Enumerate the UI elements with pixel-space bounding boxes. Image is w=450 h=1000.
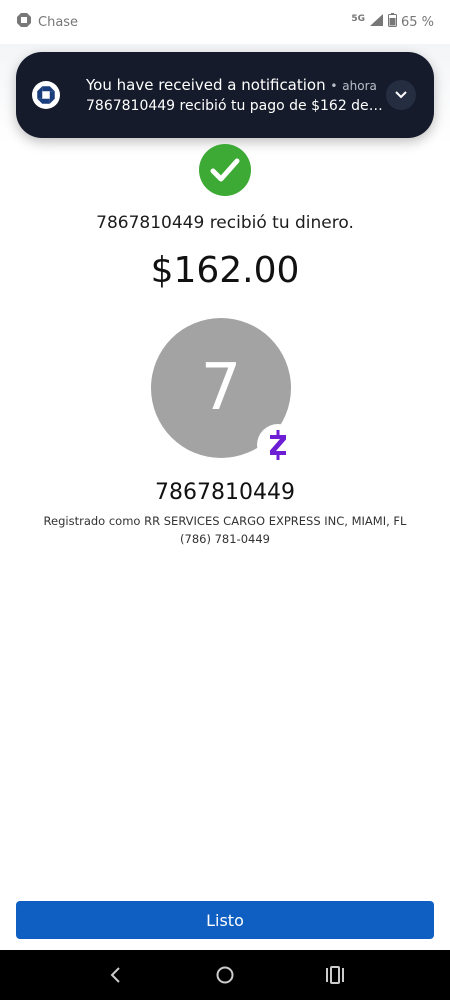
registered-as: Registrado como RR SERVICES CARGO EXPRES…: [43, 514, 407, 528]
done-button[interactable]: Listo: [16, 901, 434, 939]
notification-text: You have received a notification • ahora…: [86, 76, 386, 114]
chase-logo-icon: [16, 12, 32, 32]
check-circle-icon: [199, 144, 251, 196]
notification-time: ahora: [342, 79, 377, 93]
signal-icon: [369, 14, 384, 30]
notification-separator: •: [330, 79, 338, 93]
chevron-down-icon[interactable]: [386, 80, 416, 110]
recipient-name: 7867810449: [155, 480, 295, 505]
status-app-name: Chase: [38, 14, 79, 30]
received-message: 7867810449 recibió tu dinero.: [96, 213, 354, 233]
notification-title: You have received a notification: [86, 76, 326, 94]
status-bar: Chase 5G 65 %: [0, 0, 450, 44]
recipient-phone: (786) 781-0449: [180, 532, 270, 546]
recents-icon[interactable]: [315, 955, 355, 995]
notification-body: 7867810449 recibió tu pago de $162 de Ch…: [86, 98, 386, 114]
battery-icon: [387, 13, 397, 31]
notification-banner[interactable]: You have received a notification • ahora…: [16, 52, 434, 138]
battery-level: 65 %: [400, 14, 434, 30]
back-icon[interactable]: [95, 955, 135, 995]
home-icon[interactable]: [205, 955, 245, 995]
navigation-bar: [0, 950, 450, 1000]
status-right: 5G 65 %: [351, 13, 434, 31]
notification-header: You have received a notification • ahora: [86, 76, 386, 94]
avatar-initial: 7: [200, 351, 242, 425]
zelle-icon: [257, 424, 299, 466]
chase-notification-icon: [32, 81, 60, 109]
amount: $162.00: [150, 250, 300, 291]
status-left: Chase: [16, 12, 78, 32]
network-type: 5G: [351, 14, 365, 24]
